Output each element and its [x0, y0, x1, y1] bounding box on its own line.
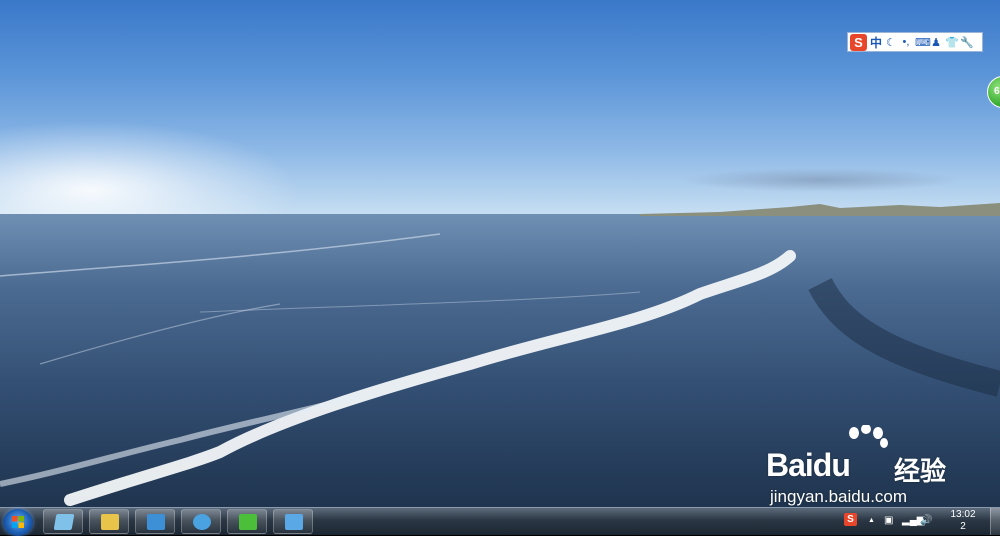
keyboard-icon[interactable]: ⌨	[915, 36, 931, 49]
user-icon[interactable]: ♟	[930, 36, 942, 49]
show-hidden-icons-arrow[interactable]: ▲	[868, 517, 875, 524]
baidu-watermark: Baidu 经验 jingyan.baidu.com	[766, 425, 966, 506]
volume-icon[interactable]: 🔊	[920, 515, 932, 526]
start-button[interactable]	[3, 509, 33, 536]
taskbar-item-app-blue-1[interactable]	[135, 509, 175, 534]
app-green-icon	[239, 514, 257, 530]
moon-icon[interactable]: ☾	[885, 36, 897, 49]
watermark-url: jingyan.baidu.com	[770, 487, 908, 506]
taskbar-item-network[interactable]	[273, 509, 313, 534]
paw-icon	[849, 425, 888, 448]
network-icon	[285, 514, 303, 530]
taskbar-clock[interactable]: 13:02 2	[941, 509, 985, 533]
folder-icon	[101, 514, 119, 530]
ime-mode-toggle[interactable]: 中	[870, 34, 882, 51]
clock-date: 2	[960, 521, 966, 532]
app-globe-icon	[193, 514, 211, 530]
cloud	[680, 168, 960, 192]
watermark-brand: Baidu	[766, 447, 851, 483]
taskbar-item-app-blue-2[interactable]	[181, 509, 221, 534]
device-icon[interactable]: ▣	[884, 515, 893, 526]
desktop-icon-labels: · · · · · ·	[14, 0, 48, 5]
sogou-logo-icon[interactable]: S	[850, 33, 867, 51]
notepad-icon	[53, 514, 75, 530]
clock-time: 13:02	[950, 509, 976, 520]
show-desktop-button[interactable]	[990, 508, 1000, 535]
shirt-icon[interactable]: 👕	[945, 36, 959, 49]
taskbar-item-explorer[interactable]	[89, 509, 129, 534]
windows-logo-icon	[12, 516, 24, 528]
app-blue-icon	[147, 514, 165, 530]
punctuation-icon[interactable]: •,	[900, 36, 912, 48]
taskbar-item-app-green[interactable]	[227, 509, 267, 534]
taskbar: S ▲ ▣ ▂▄▆ 🔊 13:02 2	[0, 507, 1000, 536]
taskbar-item-notepad[interactable]	[43, 509, 83, 534]
wrench-icon[interactable]: 🔧	[960, 36, 974, 49]
watermark-product: 经验	[894, 456, 947, 486]
ime-toolbar[interactable]: S 中 ☾ •, ⌨ ♟ 👕 🔧	[847, 32, 983, 52]
sogou-tray-icon[interactable]: S	[844, 513, 857, 526]
